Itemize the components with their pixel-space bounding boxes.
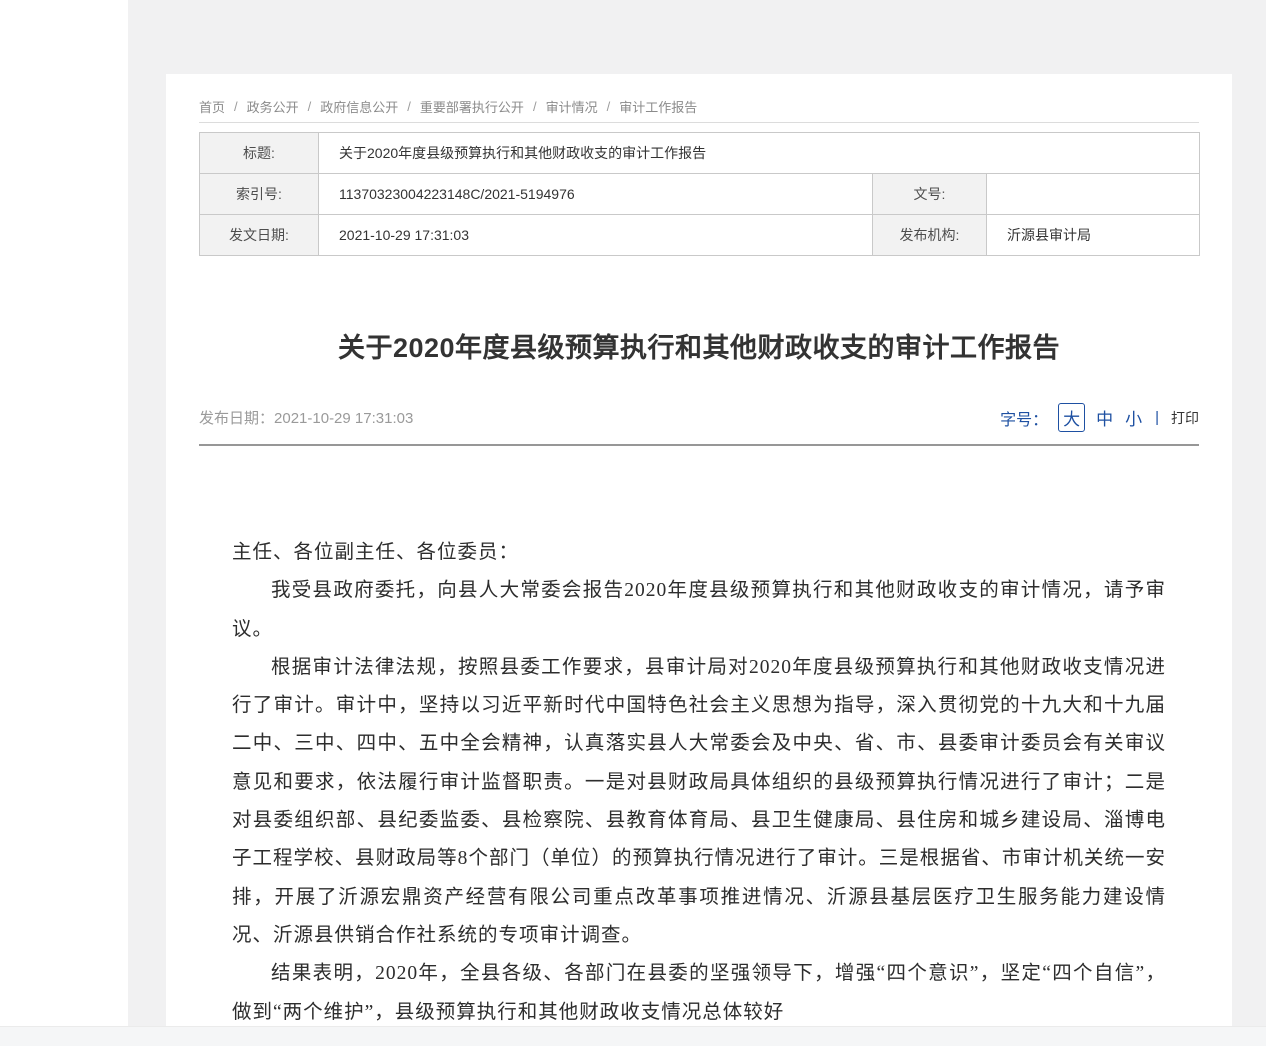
publish-date: 发布日期：2021-10-29 17:31:03 [199, 407, 413, 428]
paragraph: 根据审计法律法规，按照县委工作要求，县审计局对2020年度县级预算执行和其他财政… [232, 649, 1166, 955]
breadcrumb-separator: / [234, 99, 238, 114]
font-size-large-button[interactable]: 大 [1058, 403, 1085, 432]
breadcrumb-separator: / [308, 99, 312, 114]
agency-value: 沂源县审计局 [987, 215, 1200, 256]
table-row-date: 发文日期: 2021-10-29 17:31:03 发布机构: 沂源县审计局 [200, 215, 1200, 256]
doc-number-value [987, 174, 1200, 215]
font-size-small-button[interactable]: 小 [1124, 405, 1143, 430]
breadcrumb-separator: / [607, 99, 611, 114]
title-label: 标题: [200, 133, 319, 174]
font-size-medium-button[interactable]: 中 [1095, 405, 1114, 430]
print-button[interactable]: 打印 [1171, 408, 1199, 428]
page-title: 关于2020年度县级预算执行和其他财政收支的审计工作报告 [199, 326, 1199, 365]
article-body: 主任、各位副主任、各位委员： 我受县政府委托，向县人大常委会报告2020年度县级… [166, 446, 1232, 1032]
publish-date-label: 发布日期： [199, 410, 274, 427]
breadcrumb-link-audit-status[interactable]: 审计情况 [546, 97, 598, 116]
title-value: 关于2020年度县级预算执行和其他财政收支的审计工作报告 [319, 133, 1200, 174]
doc-number-label: 文号: [873, 174, 987, 215]
breadcrumb-separator: / [533, 99, 537, 114]
article-tools: 字号： 大 中 小 | 打印 [1000, 403, 1199, 432]
paragraph: 结果表明，2020年，全县各级、各部门在县委的坚强领导下，增强“四个意识”，坚定… [232, 955, 1166, 1032]
agency-label: 发布机构: [873, 215, 987, 256]
page-background: 首页 / 政务公开 / 政府信息公开 / 重要部署执行公开 / 审计情况 / 审… [128, 0, 1266, 1046]
breadcrumb: 首页 / 政务公开 / 政府信息公开 / 重要部署执行公开 / 审计情况 / 审… [199, 74, 1199, 122]
index-number-value: 11370323004223148C/2021-5194976 [319, 174, 873, 215]
breadcrumb-link-deployment[interactable]: 重要部署执行公开 [420, 97, 524, 116]
breadcrumb-link-gov-info[interactable]: 政府信息公开 [320, 97, 398, 116]
article-meta-row: 发布日期：2021-10-29 17:31:03 字号： 大 中 小 | 打印 [199, 403, 1199, 444]
breadcrumb-separator: / [407, 99, 411, 114]
document-meta-table: 标题: 关于2020年度县级预算执行和其他财政收支的审计工作报告 索引号: 11… [199, 132, 1200, 256]
issue-date-value: 2021-10-29 17:31:03 [319, 215, 873, 256]
paragraph-salutation: 主任、各位副主任、各位委员： [232, 534, 1166, 572]
breadcrumb-link-home[interactable]: 首页 [199, 97, 225, 116]
breadcrumb-link-audit-report[interactable]: 审计工作报告 [619, 97, 697, 116]
table-row-index: 索引号: 11370323004223148C/2021-5194976 文号: [200, 174, 1200, 215]
table-row-title: 标题: 关于2020年度县级预算执行和其他财政收支的审计工作报告 [200, 133, 1200, 174]
issue-date-label: 发文日期: [200, 215, 319, 256]
breadcrumb-divider [199, 122, 1199, 123]
breadcrumb-link-gov-affairs[interactable]: 政务公开 [247, 97, 299, 116]
publish-date-value: 2021-10-29 17:31:03 [274, 410, 413, 427]
content-card: 首页 / 政务公开 / 政府信息公开 / 重要部署执行公开 / 审计情况 / 审… [166, 74, 1232, 1046]
index-number-label: 索引号: [200, 174, 319, 215]
font-size-label: 字号： [1000, 406, 1048, 430]
paragraph: 我受县政府委托，向县人大常委会报告2020年度县级预算执行和其他财政收支的审计情… [232, 572, 1166, 649]
bottom-bar [0, 1026, 1266, 1046]
tools-divider: | [1155, 409, 1159, 426]
